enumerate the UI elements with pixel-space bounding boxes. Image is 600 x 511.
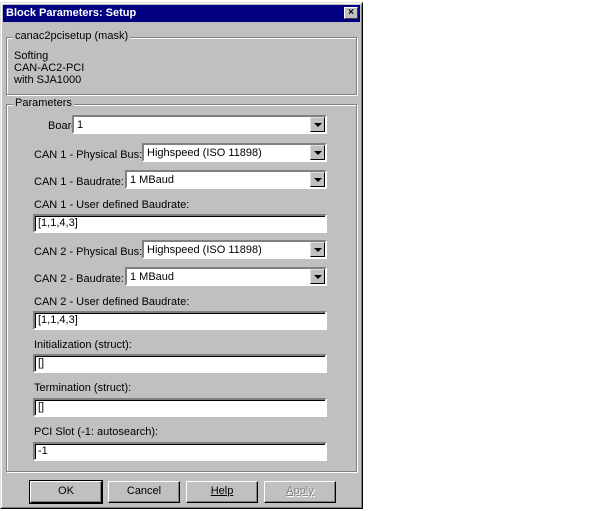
can2-user-baud-input[interactable]: [1,1,4,3] [33,311,327,330]
can1-baud-value: 1 MBaud [130,174,175,186]
can1-baud-label: CAN 1 - Baudrate: [34,176,124,188]
close-button[interactable]: × [344,7,358,19]
can2-baud-label: CAN 2 - Baudrate: [34,273,124,285]
apply-button[interactable]: Apply [264,481,336,503]
can1-bus-label: CAN 1 - Physical Bus: [34,149,143,161]
mask-line-1: Softing [14,50,49,62]
termination-label: Termination (struct): [34,382,132,394]
chevron-down-icon[interactable] [310,172,325,187]
can2-bus-label: CAN 2 - Physical Bus: [34,246,143,258]
pci-slot-input[interactable]: -1 [33,442,327,461]
can1-bus-value: Highspeed (ISO 11898) [147,147,262,159]
mask-line-2: CAN-AC2-PCI [14,62,85,74]
chevron-down-icon[interactable] [310,269,325,284]
window-title: Block Parameters: Setup [6,7,137,19]
mask-line-3: with SJA1000 [14,74,82,86]
can2-baud-value: 1 MBaud [130,271,175,283]
help-button[interactable]: Help [186,481,258,503]
cancel-button[interactable]: Cancel [108,481,180,503]
mask-description-group: canac2pcisetup (mask) Softing CAN-AC2-PC… [6,30,357,95]
dialog-window: Block Parameters: Setup × canac2pcisetup… [0,2,363,509]
pci-slot-label: PCI Slot (-1: autosearch): [34,426,159,438]
can2-baud-select[interactable]: 1 MBaud [125,267,327,286]
board-select[interactable]: 1 [72,115,327,134]
parameters-group-title: Parameters [13,97,74,109]
ok-button[interactable]: OK [29,480,103,504]
can2-bus-value: Highspeed (ISO 11898) [147,244,262,256]
chevron-down-icon[interactable] [310,117,325,132]
chevron-down-icon[interactable] [310,145,325,160]
title-bar[interactable]: Block Parameters: Setup × [3,5,360,22]
can2-bus-select[interactable]: Highspeed (ISO 11898) [142,240,327,259]
close-icon: × [348,7,354,18]
can1-baud-select[interactable]: 1 MBaud [125,170,327,189]
can1-user-baud-input[interactable]: [1,1,4,3] [33,214,327,233]
termination-input[interactable]: [] [33,398,327,417]
can2-user-baud-label: CAN 2 - User defined Baudrate: [34,296,190,308]
can1-user-baud-label: CAN 1 - User defined Baudrate: [34,199,190,211]
initialization-label: Initialization (struct): [34,339,132,351]
mask-group-title: canac2pcisetup (mask) [13,30,131,42]
board-value: 1 [77,119,84,131]
chevron-down-icon[interactable] [310,242,325,257]
initialization-input[interactable]: [] [33,354,327,373]
can1-bus-select[interactable]: Highspeed (ISO 11898) [142,143,327,162]
